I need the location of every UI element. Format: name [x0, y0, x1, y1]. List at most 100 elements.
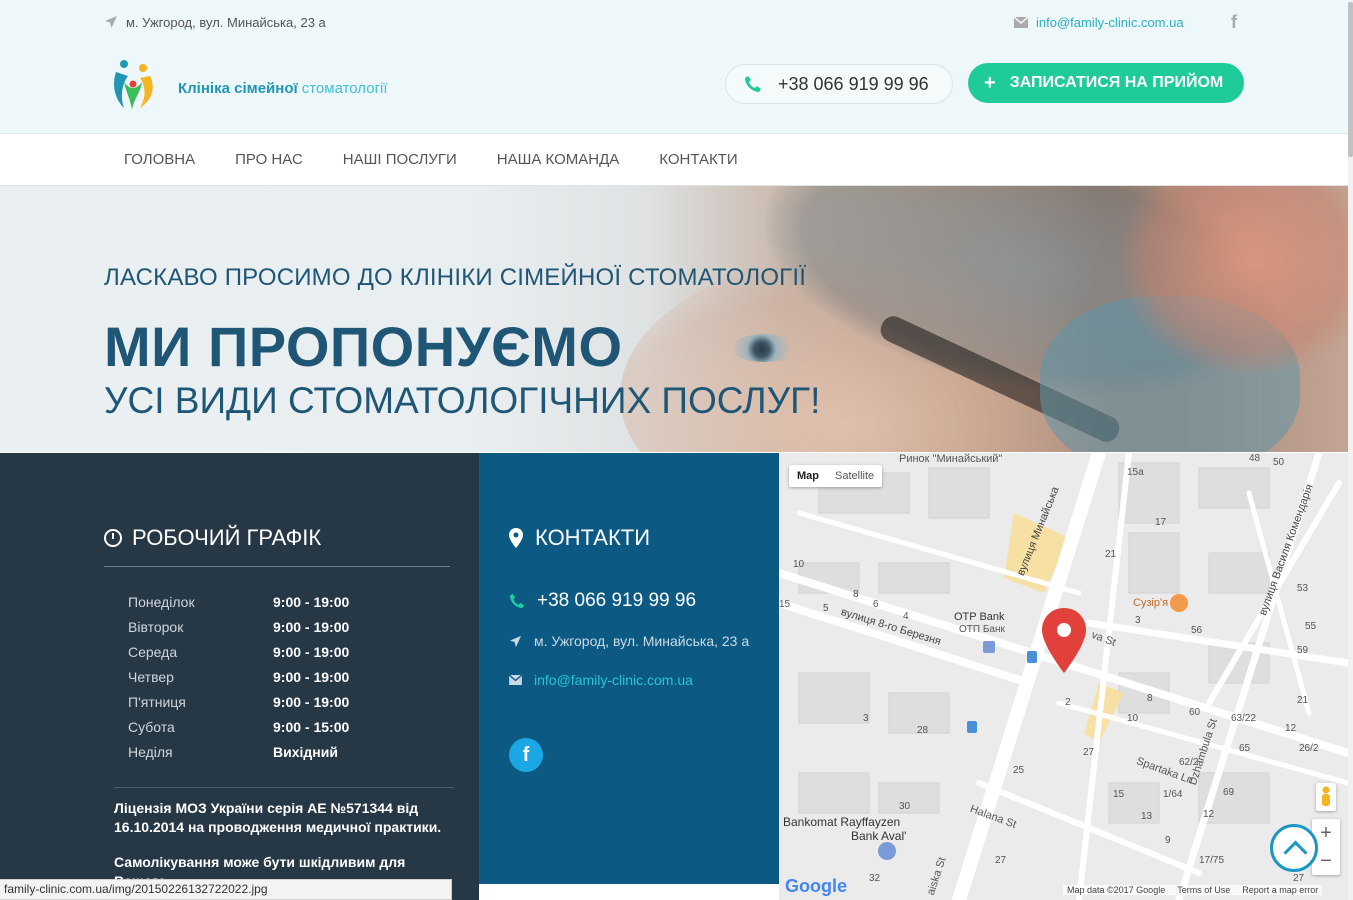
clinic-logo[interactable] — [110, 58, 156, 112]
map-number: 26/2 — [1299, 743, 1319, 754]
header-address: м. Ужгород, вул. Минайська, 23 а — [104, 12, 326, 32]
nav-item-about[interactable]: ПРО НАС — [215, 134, 323, 186]
schedule-title: РОБОЧИЙ ГРАФІК — [104, 525, 321, 551]
map-number: 48 — [1249, 453, 1261, 464]
map-label: Ринок "Минайський" — [899, 453, 1003, 465]
map-number: 12 — [1285, 723, 1297, 734]
map-number: 59 — [1297, 645, 1309, 656]
hero-banner: ЛАСКАВО ПРОСИМО ДО КЛІНІКИ СІМЕЙНОЇ СТОМ… — [0, 186, 1348, 452]
map-label: Сузір'я — [1133, 597, 1169, 609]
map-number: 10 — [793, 559, 805, 570]
schedule-hours: 9:00 - 19:00 — [273, 593, 350, 610]
nav-item-contacts[interactable]: КОНТАКТИ — [639, 134, 757, 186]
map-type-toggle: Map Satellite — [789, 465, 883, 487]
map-number: 56 — [1191, 625, 1203, 636]
map-number: 9 — [1165, 835, 1171, 846]
map-number: 6 — [873, 599, 879, 610]
map-type-map-button[interactable]: Map — [789, 465, 827, 487]
map-number: 28 — [917, 725, 929, 736]
map-type-satellite-button[interactable]: Satellite — [827, 465, 882, 487]
scrollbar-thumb[interactable] — [1348, 2, 1353, 157]
map-number: 55 — [1305, 621, 1317, 632]
map-attribution: Map data ©2017 Google Terms of Use Repor… — [1063, 885, 1323, 895]
book-appointment-button[interactable]: + ЗАПИСАТИСЯ НА ПРИЙОМ — [968, 63, 1244, 103]
map-number: 8 — [853, 589, 859, 600]
brand-name-part1: Клініка сімейної — [178, 80, 298, 97]
contacts-phone[interactable]: +38 066 919 99 96 — [509, 590, 696, 612]
map-number: 30 — [899, 801, 911, 812]
facebook-icon[interactable]: f — [1231, 12, 1247, 32]
schedule-day: Субота — [128, 718, 175, 735]
map-number: 15 — [779, 599, 791, 610]
contacts-address: м. Ужгород, вул. Минайська, 23 а — [509, 633, 749, 649]
facebook-icon[interactable]: f — [509, 738, 543, 772]
schedule-table: Понеділок 9:00 - 19:00 Вівторок 9:00 - 19:… — [120, 589, 357, 764]
schedule-hours: 9:00 - 19:00 — [273, 643, 350, 660]
contacts-address-text: м. Ужгород, вул. Минайська, 23 а — [534, 633, 750, 649]
header-email[interactable]: info@family-clinic.com.ua — [1014, 12, 1184, 32]
license-text: Ліцензія МОЗ України серія АЕ №571344 ві… — [114, 800, 442, 835]
map-pin-icon — [509, 528, 523, 548]
brand-name[interactable]: Клініка сімейної стоматології — [178, 80, 388, 97]
schedule-day: Неділя — [128, 743, 173, 760]
nav-item-services[interactable]: НАШІ ПОСЛУГИ — [323, 134, 477, 186]
map-data-credit: Map data ©2017 Google — [1067, 885, 1166, 895]
map-label: ОТП Банк — [959, 624, 1005, 635]
table-row: Вівторок 9:00 - 19:00 — [120, 614, 357, 639]
nav-item-team[interactable]: НАША КОМАНДА — [477, 134, 640, 186]
table-row: Субота 9:00 - 15:00 — [120, 714, 357, 739]
schedule-hours: Вихідний — [273, 743, 338, 760]
header-email-link[interactable]: info@family-clinic.com.ua — [1036, 15, 1184, 30]
map-number: 50 — [1273, 457, 1285, 468]
map-number: 12 — [1203, 809, 1215, 820]
map-number: 8 — [1147, 693, 1153, 704]
contacts-email[interactable]: info@family-clinic.com.ua — [509, 672, 693, 688]
google-logo: Google — [785, 876, 847, 896]
table-row: П'ятниця 9:00 - 19:00 — [120, 689, 357, 714]
schedule-hours: 9:00 - 15:00 — [273, 718, 350, 735]
schedule-hours: 9:00 - 19:00 — [273, 618, 350, 635]
map-number: 27 — [995, 855, 1007, 866]
map-label: Bank Aval' — [851, 829, 907, 843]
hero-photo-eye — [730, 334, 800, 362]
schedule-hours: 9:00 - 19:00 — [273, 668, 350, 685]
schedule-day: П'ятниця — [128, 693, 186, 710]
header-address-text: м. Ужгород, вул. Минайська, 23 а — [126, 14, 326, 30]
map-number: 4 — [903, 611, 909, 622]
contacts-email-link[interactable]: info@family-clinic.com.ua — [534, 672, 693, 688]
map-number: 63/22 — [1231, 713, 1257, 724]
schedule-hours: 9:00 - 19:00 — [273, 693, 350, 710]
map-number: 10 — [1127, 713, 1139, 724]
report-map-error-link[interactable]: Report a map error — [1242, 885, 1318, 895]
browser-status-bar: family-clinic.com.ua/img/201502261327220… — [0, 879, 452, 900]
terms-of-use-link[interactable]: Terms of Use — [1177, 885, 1230, 895]
map-number: 17/75 — [1199, 855, 1225, 866]
map-number: 3 — [863, 713, 869, 724]
table-row: Четвер 9:00 - 19:00 — [120, 664, 357, 689]
hero-welcome: ЛАСКАВО ПРОСИМО ДО КЛІНІКИ СІМЕЙНОЇ СТОМ… — [104, 264, 807, 291]
nav-item-home[interactable]: ГОЛОВНА — [104, 134, 215, 186]
phone-icon — [509, 593, 525, 609]
page-scrollbar[interactable] — [1348, 0, 1353, 900]
map-number: 60 — [1189, 707, 1201, 718]
hero-headline: МИ ПРОПОНУЄМО — [104, 315, 623, 378]
header-phone-number: +38 066 919 99 96 — [778, 73, 929, 94]
scroll-to-top-button[interactable] — [1270, 824, 1318, 872]
map-number: 32 — [869, 873, 881, 884]
schedule-panel: РОБОЧИЙ ГРАФІК Понеділок 9:00 - 19:00 Вів… — [0, 453, 479, 900]
main-nav: ГОЛОВНА ПРО НАС НАШІ ПОСЛУГИ НАША КОМАНД… — [0, 134, 1353, 186]
divider — [114, 787, 454, 788]
contacts-panel: КОНТАКТИ +38 066 919 99 96 м. Ужгород, в… — [479, 453, 779, 884]
google-map[interactable]: Map Satellite Ринок "Минайський" вулиця … — [779, 453, 1348, 900]
street-view-pegman-icon[interactable] — [1316, 783, 1336, 811]
map-number: 27 — [1293, 873, 1305, 884]
schedule-day: Понеділок — [128, 593, 195, 610]
map-number: 2 — [1065, 697, 1071, 708]
book-appointment-label: ЗАПИСАТИСЯ НА ПРИЙОМ — [1009, 74, 1224, 91]
map-number: 1/64 — [1163, 789, 1183, 800]
top-header: м. Ужгород, вул. Минайська, 23 а info@fa… — [0, 0, 1353, 134]
schedule-title-text: РОБОЧИЙ ГРАФІК — [132, 525, 322, 550]
brand-name-part2: стоматології — [301, 80, 388, 97]
map-number: 15 — [1113, 789, 1125, 800]
header-phone[interactable]: +38 066 919 99 96 — [725, 64, 953, 104]
